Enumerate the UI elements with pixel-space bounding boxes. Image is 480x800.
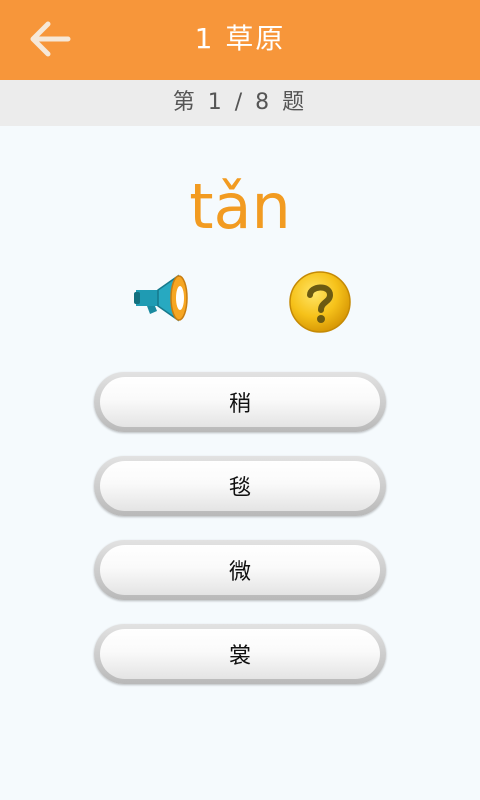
answer-option-label: 微: [100, 545, 380, 595]
question-progress: 第 1 / 8 题: [0, 80, 480, 126]
pinyin-text: tǎn: [189, 170, 291, 243]
answer-option-2[interactable]: 毯: [94, 456, 386, 516]
header-bar: 1 草原: [0, 0, 480, 80]
question-mark-icon: [289, 271, 351, 333]
answer-option-label: 裳: [100, 629, 380, 679]
page-title: 1 草原: [194, 22, 286, 55]
play-sound-button[interactable]: [128, 268, 192, 332]
answer-option-4[interactable]: 裳: [94, 624, 386, 684]
answer-option-1[interactable]: 稍: [94, 372, 386, 432]
answer-option-label: 稍: [100, 377, 380, 427]
megaphone-icon: [134, 274, 188, 322]
help-button[interactable]: [288, 270, 352, 334]
answer-option-label: 毯: [100, 461, 380, 511]
answer-option-3[interactable]: 微: [94, 540, 386, 600]
